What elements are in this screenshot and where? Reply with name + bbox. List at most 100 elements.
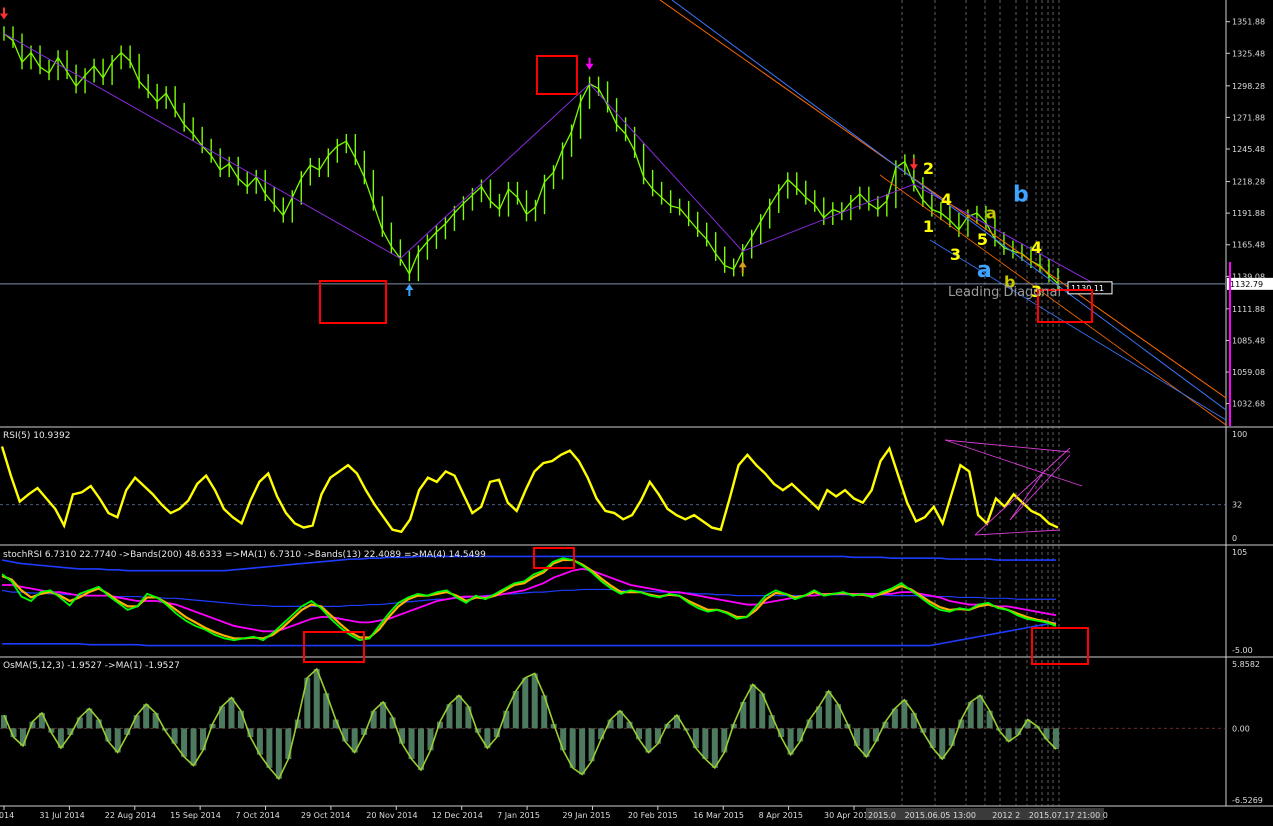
highlight-box bbox=[1031, 627, 1089, 665]
overlay-date-label: 2012 2 bbox=[992, 811, 1020, 820]
wave-label: b bbox=[1013, 182, 1029, 207]
osma-bar bbox=[531, 673, 538, 729]
vertical-date-markers bbox=[901, 0, 1060, 806]
time-tick-label: 22 Aug 2014 bbox=[105, 811, 156, 820]
osma-bar bbox=[749, 684, 756, 729]
wave-label: a bbox=[986, 204, 997, 223]
time-tick-label: 15 Sep 2014 bbox=[170, 811, 221, 820]
rsi-tick-label: 0 bbox=[1232, 534, 1237, 543]
time-tick-label: 7 Jan 2015 bbox=[497, 811, 540, 820]
fan-line bbox=[974, 529, 1061, 536]
price-tick-label: 1351.88 bbox=[1232, 18, 1265, 27]
osma-bar bbox=[418, 728, 425, 771]
time-tick-label: 20 Nov 2014 bbox=[366, 811, 417, 820]
price-tick-label: 1085.48 bbox=[1232, 336, 1265, 345]
buy-arrow-icon bbox=[405, 284, 414, 297]
osma-bar bbox=[560, 728, 567, 751]
osma-bar bbox=[465, 706, 472, 729]
rsi-tick-label: 100 bbox=[1232, 430, 1247, 439]
price-tick-label: 1298.28 bbox=[1232, 82, 1265, 91]
highlight-boxes bbox=[303, 55, 1093, 665]
osma-bar bbox=[654, 728, 661, 744]
leading-diagonal-label: Leading Diagonal bbox=[948, 285, 1061, 300]
stoch-tick-label: 105 bbox=[1232, 548, 1247, 557]
highlight-box bbox=[319, 280, 387, 324]
osma-bar bbox=[313, 669, 320, 729]
sell-arrow-icon bbox=[909, 158, 918, 171]
last-price-label: 1132.79 bbox=[1230, 280, 1263, 289]
overlay-date-label: 2015.0 bbox=[868, 811, 896, 820]
highlight-box bbox=[536, 55, 578, 95]
price-axis: 1351.88 1325.48 1298.28 1271.88 1245.48 1218.… bbox=[1226, 18, 1273, 805]
time-tick-label: 31 Jul 2014 bbox=[39, 811, 84, 820]
wave-label: 5 bbox=[1094, 0, 1105, 4]
osma-bar bbox=[977, 695, 984, 729]
osma-bar bbox=[285, 728, 292, 760]
osma-bar bbox=[455, 695, 462, 729]
panel-frames bbox=[0, 0, 1273, 807]
rsi-line bbox=[0, 445, 1059, 534]
osma-bar bbox=[579, 728, 586, 775]
price-tick-label: 1059.08 bbox=[1232, 368, 1265, 377]
time-tick-label: 16 Mar 2015 bbox=[693, 811, 744, 820]
wave-label: 4 bbox=[1031, 238, 1042, 257]
stochrsi-panel[interactable] bbox=[1, 555, 1057, 647]
wave-label: 4 bbox=[941, 190, 952, 209]
stoch-tick-label: -5.00 bbox=[1232, 646, 1253, 655]
sell-arrow-icon bbox=[585, 57, 594, 70]
price-tick-label: 1245.48 bbox=[1232, 145, 1265, 154]
osma-bar bbox=[503, 710, 510, 729]
osma-bar bbox=[237, 710, 244, 729]
osma-bar bbox=[948, 728, 955, 746]
time-tick-label: 29 Jan 2015 bbox=[562, 811, 610, 820]
osma-bar bbox=[200, 728, 207, 751]
rsi-header: RSI(5) 10.9392 bbox=[3, 431, 70, 441]
osma-bar bbox=[721, 728, 728, 753]
price-tick-label: 1271.88 bbox=[1232, 113, 1265, 122]
sell-arrow-icon bbox=[0, 7, 8, 20]
chart-canvas: 2143a5bba3451130.11 1351.881325.481298.2… bbox=[0, 0, 1273, 820]
osma-bar bbox=[910, 712, 917, 729]
osma-bar bbox=[569, 728, 576, 768]
time-tick-label: 7 Oct 2014 bbox=[236, 811, 280, 820]
osma-bar bbox=[702, 728, 709, 760]
wave-label: 2 bbox=[923, 159, 934, 178]
wave-label: 3 bbox=[950, 245, 961, 264]
osma-signal-line bbox=[3, 667, 1057, 781]
time-axis: 9 Jul 2014 31 Jul 2014 22 Aug 2014 15 Sep 2… bbox=[0, 806, 1108, 820]
osma-tick-label: 0.00 bbox=[1232, 724, 1250, 733]
osma-bar bbox=[133, 715, 140, 729]
overlay-date-label: 2015.06.05 13:00 bbox=[905, 811, 976, 820]
osma-tick-label: 5.8582 bbox=[1232, 660, 1260, 669]
osma-bar bbox=[370, 710, 377, 729]
trading-chart-window: 2143a5bba3451130.11 1351.881325.481298.2… bbox=[0, 0, 1273, 822]
buy-arrow-icon bbox=[738, 261, 747, 274]
osma-bar bbox=[853, 728, 860, 746]
osma-bar bbox=[939, 728, 946, 760]
osma-bar bbox=[275, 728, 282, 779]
osma-bar bbox=[228, 697, 235, 729]
osma-tick-label: -6.5269 bbox=[1232, 796, 1263, 805]
wave-label: a bbox=[977, 258, 992, 283]
fan-line bbox=[974, 447, 1071, 536]
osma-bar bbox=[711, 728, 718, 768]
stochrsi-header: stochRSI 6.7310 22.7740 ->Bands(200) 48.… bbox=[3, 550, 486, 560]
price-tick-label: 1191.88 bbox=[1232, 209, 1265, 218]
osma-header: OsMA(5,12,3) -1.9527 ->MA(1) -1.9527 bbox=[3, 661, 180, 671]
osma-bar bbox=[427, 728, 434, 751]
price-tick-label: 1111.88 bbox=[1232, 305, 1265, 314]
highlight-box bbox=[533, 547, 575, 569]
price-tick-label: 1218.28 bbox=[1232, 178, 1265, 187]
time-tick-label: 29 Oct 2014 bbox=[301, 811, 350, 820]
rsi-tick-label: 32 bbox=[1232, 501, 1242, 510]
price-line bbox=[3, 33, 1059, 285]
overlay-date-label: 2015.07.17 21:00 0 bbox=[1029, 811, 1108, 820]
time-tick-label: 9 Jul 2014 bbox=[0, 811, 14, 820]
osma-bar bbox=[872, 728, 879, 742]
price-tick-label: 1325.48 bbox=[1232, 49, 1265, 58]
time-tick-label: 20 Feb 2015 bbox=[628, 811, 678, 820]
time-tick-label: 12 Dec 2014 bbox=[432, 811, 483, 820]
wave-label: 5 bbox=[977, 230, 988, 249]
time-tick-label: 8 Apr 2015 bbox=[759, 811, 803, 820]
osma-bar bbox=[825, 690, 832, 729]
